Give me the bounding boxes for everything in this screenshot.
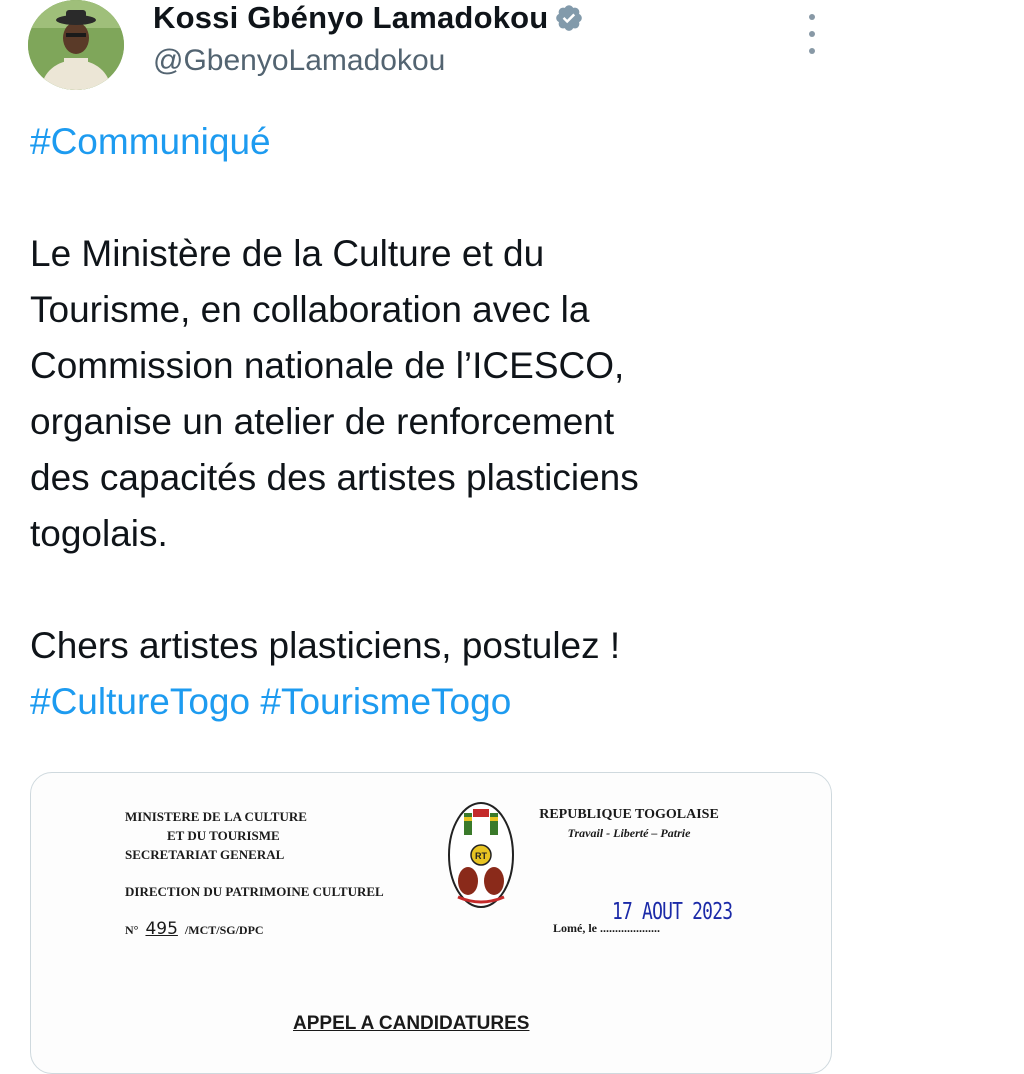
date-stamp: 17 AOUT 2023: [612, 899, 733, 925]
tweet-body-line: Tourisme, en collaboration avec la: [30, 289, 590, 330]
emblem-letters: RT: [475, 851, 487, 861]
author-name-row: Kossi Gbényo Lamadokou: [153, 0, 584, 36]
tweet-body-line: organise un atelier de renforcement: [30, 401, 615, 442]
direction-label: DIRECTION DU PATRIMOINE CULTUREL: [125, 884, 384, 899]
document-image: MINISTERE DE LA CULTURE ET DU TOURISME S…: [31, 773, 831, 1073]
tweet-body-line: Commission nationale de l’ICESCO,: [30, 345, 625, 386]
tweet-media-image[interactable]: MINISTERE DE LA CULTURE ET DU TOURISME S…: [30, 772, 832, 1074]
ministry-header: MINISTERE DE LA CULTURE ET DU TOURISME S…: [125, 807, 307, 864]
republic-title: REPUBLIQUE TOGOLAISE: [539, 807, 719, 822]
author-handle[interactable]: @GbenyoLamadokou: [153, 44, 445, 78]
ministry-line: MINISTERE DE LA CULTURE: [125, 809, 307, 824]
tweet-body-line: des capacités des artistes plasticiens: [30, 457, 639, 498]
more-vertical-icon[interactable]: [800, 14, 824, 54]
avatar[interactable]: [28, 0, 124, 90]
hashtag-link[interactable]: #Communiqué: [30, 121, 271, 162]
hashtag-link[interactable]: #CultureTogo: [30, 681, 250, 722]
reference-number: N° 495 /MCT/SG/DPC: [125, 919, 264, 939]
ministry-line: SECRETARIAT GENERAL: [125, 847, 285, 862]
tweet-body-line: Le Ministère de la Culture et du: [30, 233, 545, 274]
ministry-line: ET DU TOURISME: [167, 828, 280, 843]
republic-motto: Travail - Liberté – Patrie: [567, 826, 691, 840]
number-suffix: /MCT/SG/DPC: [184, 923, 264, 937]
profile-photo: [28, 0, 124, 90]
coat-of-arms-icon: RT: [446, 799, 516, 911]
number-prefix: N°: [125, 923, 139, 937]
tweet-call-to-action: Chers artistes plasticiens, postulez !: [30, 625, 621, 666]
tweet-text: #Communiqué Le Ministère de la Culture e…: [30, 114, 930, 730]
number-value: 495: [145, 919, 178, 939]
author-display-name[interactable]: Kossi Gbényo Lamadokou: [153, 0, 548, 36]
verified-badge-icon[interactable]: [554, 3, 584, 33]
document-heading: APPEL A CANDIDATURES: [293, 1013, 530, 1034]
republic-header: REPUBLIQUE TOGOLAISE Travail - Liberté –…: [524, 807, 734, 841]
tweet-body-line: togolais.: [30, 513, 168, 554]
hashtag-link[interactable]: #TourismeTogo: [260, 681, 511, 722]
